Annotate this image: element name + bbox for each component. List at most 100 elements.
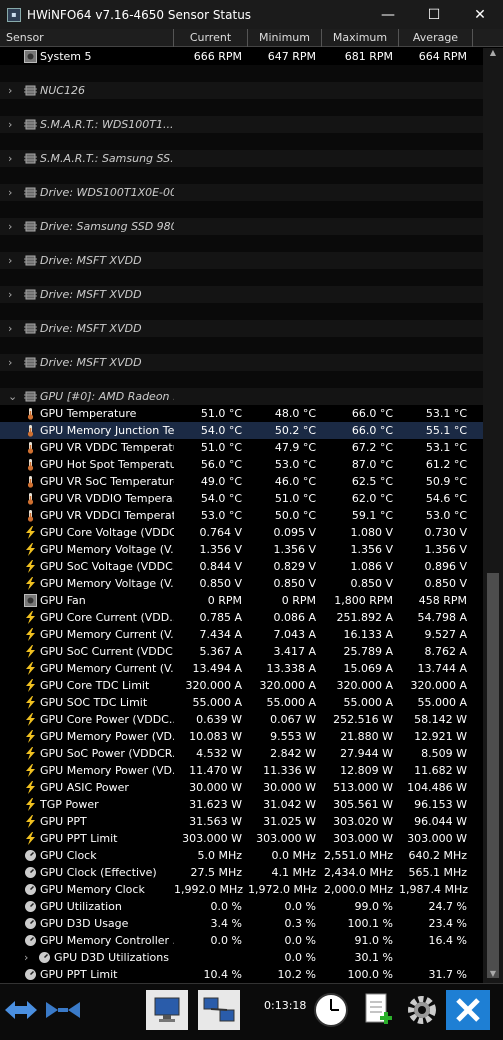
sensor-row[interactable]: GPU Core Current (VDD... 0.785 A 0.086 A 25…	[0, 609, 483, 626]
value-maximum: 66.0 °C	[351, 424, 393, 437]
value-maximum: 55.000 A	[343, 696, 393, 709]
scroll-up-arrow[interactable]: ▲	[483, 48, 503, 62]
chevron-right-icon[interactable]: ›	[8, 150, 12, 167]
sensor-row[interactable]: GPU Core Power (VDDC... 0.639 W 0.067 W 252…	[0, 711, 483, 728]
sensor-row[interactable]: GPU Memory Voltage (V... 0.850 V 0.850 V 0.…	[0, 575, 483, 592]
sensor-row[interactable]: GPU VR VDDIO Tempera... 54.0 °C 51.0 °C 62.…	[0, 490, 483, 507]
value-minimum: 10.2 %	[277, 968, 316, 981]
sensor-row[interactable]: GPU Memory Power (VD... 11.470 W 11.336 W 1…	[0, 762, 483, 779]
sensor-row[interactable]: GPU Memory Current (V... 13.494 A 13.338 A…	[0, 660, 483, 677]
sensor-row[interactable]: GPU SoC Voltage (VDDC... 0.844 V 0.829 V 1.…	[0, 558, 483, 575]
sensor-row[interactable]: GPU Memory Current (V... 7.434 A 7.043 A 16…	[0, 626, 483, 643]
scroll-down-arrow[interactable]: ▼	[483, 969, 503, 983]
sensor-row[interactable]: GPU Core TDC Limit 320.000 A 320.000 A 320.…	[0, 677, 483, 694]
sensor-row[interactable]: GPU Hot Spot Temperature 56.0 °C 53.0 °C 87…	[0, 456, 483, 473]
col-sensor[interactable]: Sensor	[0, 29, 174, 47]
value-current: 51.0 °C	[200, 407, 242, 420]
sensor-row[interactable]: GPU Memory Clock 1,992.0 MHz 1,972.0 MHz 2,…	[0, 881, 483, 898]
sensor-row[interactable]: GPU SoC Power (VDDCR... 4.532 W 2.842 W 27.…	[0, 745, 483, 762]
sensor-group-row[interactable]: › S.M.A.R.T.: Samsung SS...	[0, 150, 483, 167]
maximize-button[interactable]: ☐	[411, 0, 457, 29]
chevron-right-icon[interactable]: ›	[8, 116, 12, 133]
sensor-row[interactable]: GPU SOC TDC Limit 55.000 A 55.000 A 55.000 …	[0, 694, 483, 711]
sensor-group-row[interactable]: › Drive: Samsung SSD 980...	[0, 218, 483, 235]
group-label: GPU [#0]: AMD Radeon ...	[40, 390, 174, 403]
network-icon[interactable]	[198, 990, 240, 1030]
chevron-right-icon[interactable]: ›	[8, 354, 12, 371]
value-maximum: 66.0 °C	[351, 407, 393, 420]
col-minimum[interactable]: Minimum	[248, 29, 322, 47]
chevron-right-icon[interactable]: ›	[8, 82, 12, 99]
sensor-row[interactable]: GPU ASIC Power 30.000 W 30.000 W 513.000 W 1…	[0, 779, 483, 796]
sensor-group-row[interactable]: › Drive: WDS100T1X0E-00...	[0, 184, 483, 201]
value-average: 96.044 W	[414, 815, 467, 828]
sensor-group-row[interactable]: › Drive: MSFT XVDD	[0, 354, 483, 371]
chevron-right-icon[interactable]: ›	[24, 949, 28, 966]
sensor-row[interactable]: GPU PPT Limit 303.000 W 303.000 W 303.000 W…	[0, 830, 483, 847]
value-minimum: 0.829 V	[273, 560, 316, 573]
sensor-row[interactable]: GPU SoC Current (VDDC... 5.367 A 3.417 A 25…	[0, 643, 483, 660]
value-average: 8.509 W	[421, 747, 467, 760]
sensor-group-row[interactable]: › Drive: MSFT XVDD	[0, 286, 483, 303]
exit-x-icon[interactable]	[446, 990, 490, 1030]
sensor-name: GPU VR VDDCI Temperat...	[40, 509, 174, 522]
col-average[interactable]: Average	[399, 29, 473, 47]
sensor-row[interactable]: GPU Clock 5.0 MHz 0.0 MHz 2,551.0 MHz 640.2 …	[0, 847, 483, 864]
vertical-scrollbar[interactable]: ▲ ▼	[483, 48, 503, 983]
chevron-right-icon[interactable]: ›	[8, 320, 12, 337]
sensor-row[interactable]: GPU D3D Usage 3.4 % 0.3 % 100.1 % 23.4 %	[0, 915, 483, 932]
sensor-row[interactable]: GPU Memory Voltage (V... 1.356 V 1.356 V 1.…	[0, 541, 483, 558]
value-average: 54.798 A	[417, 611, 467, 624]
sensor-row[interactable]: GPU VR SoC Temperature 49.0 °C 46.0 °C 62.5…	[0, 473, 483, 490]
value-current: 51.0 °C	[200, 441, 242, 454]
expand-arrows-icon[interactable]	[42, 990, 84, 1030]
settings-gear-icon[interactable]	[402, 990, 442, 1030]
value-average: 23.4 %	[428, 917, 467, 930]
sensor-row[interactable]: GPU Fan 0 RPM 0 RPM 1,800 RPM 458 RPM	[0, 592, 483, 609]
sensor-name: GPU Memory Current (V...	[40, 662, 174, 675]
sensor-row[interactable]: GPU Temperature 51.0 °C 48.0 °C 66.0 °C 53.1…	[0, 405, 483, 422]
value-minimum: 46.0 °C	[274, 475, 316, 488]
chevron-right-icon[interactable]: ›	[8, 184, 12, 201]
sensor-name: GPU D3D Usage	[40, 917, 129, 930]
sensor-row[interactable]: GPU Clock (Effective) 27.5 MHz 4.1 MHz 2,43…	[0, 864, 483, 881]
clock-icon[interactable]	[310, 990, 352, 1030]
sensor-name: GPU D3D Utilizations	[54, 951, 169, 964]
sensor-row[interactable]: GPU PPT Limit 10.4 % 10.2 % 100.0 % 31.7 %	[0, 966, 483, 983]
sensor-group-row[interactable]: › Drive: MSFT XVDD	[0, 252, 483, 269]
value-maximum: 1,800 RPM	[334, 594, 393, 607]
value-minimum: 1.356 V	[273, 543, 316, 556]
sensor-list[interactable]: System 5 666 RPM 647 RPM 681 RPM 664 RPM › NUC…	[0, 48, 483, 983]
collapse-arrows-icon[interactable]	[2, 990, 40, 1030]
chevron-right-icon[interactable]: ›	[8, 286, 12, 303]
col-current[interactable]: Current	[174, 29, 248, 47]
value-minimum: 4.1 MHz	[271, 866, 316, 879]
close-button[interactable]: ✕	[457, 0, 503, 29]
sensor-group-row[interactable]: ⌄ GPU [#0]: AMD Radeon ...	[0, 388, 483, 405]
sensor-row[interactable]: GPU Memory Power (VD... 10.083 W 9.553 W 21…	[0, 728, 483, 745]
sensor-row[interactable]: GPU Core Voltage (VDDC... 0.764 V 0.095 V 1…	[0, 524, 483, 541]
value-maximum: 12.809 W	[340, 764, 393, 777]
sensor-name: GPU SOC TDC Limit	[40, 696, 148, 709]
sensor-group-row[interactable]: › Drive: MSFT XVDD	[0, 320, 483, 337]
col-maximum[interactable]: Maximum	[322, 29, 399, 47]
chevron-right-icon[interactable]: ›	[8, 218, 12, 235]
row-spacer	[0, 337, 483, 354]
sensor-row[interactable]: GPU VR VDDC Temperature 51.0 °C 47.9 °C 67.…	[0, 439, 483, 456]
scroll-thumb[interactable]	[487, 573, 499, 978]
sensor-group-row[interactable]: › NUC126	[0, 82, 483, 99]
sensor-row[interactable]: GPU PPT 31.563 W 31.025 W 303.020 W 96.044 W	[0, 813, 483, 830]
sensor-row[interactable]: GPU Utilization 0.0 % 0.0 % 99.0 % 24.7 %	[0, 898, 483, 915]
sensor-row[interactable]: GPU Memory Junction Te... 54.0 °C 50.2 °C 6…	[0, 422, 483, 439]
sensor-row[interactable]: GPU VR VDDCI Temperat... 53.0 °C 50.0 °C 59…	[0, 507, 483, 524]
sensor-row[interactable]: System 5 666 RPM 647 RPM 681 RPM 664 RPM	[0, 48, 483, 65]
sensor-row[interactable]: GPU Memory Controller ... 0.0 % 0.0 % 91.0 …	[0, 932, 483, 949]
sensor-subgroup-row[interactable]: › GPU D3D Utilizations 0.0 % 30.1 %	[0, 949, 483, 966]
chevron-down-icon[interactable]: ⌄	[8, 388, 17, 405]
chevron-right-icon[interactable]: ›	[8, 252, 12, 269]
minimize-button[interactable]: —	[365, 0, 411, 29]
report-icon[interactable]	[358, 990, 398, 1030]
monitor-icon[interactable]	[146, 990, 188, 1030]
sensor-row[interactable]: TGP Power 31.623 W 31.042 W 305.561 W 96.153…	[0, 796, 483, 813]
sensor-group-row[interactable]: › S.M.A.R.T.: WDS100T1...	[0, 116, 483, 133]
